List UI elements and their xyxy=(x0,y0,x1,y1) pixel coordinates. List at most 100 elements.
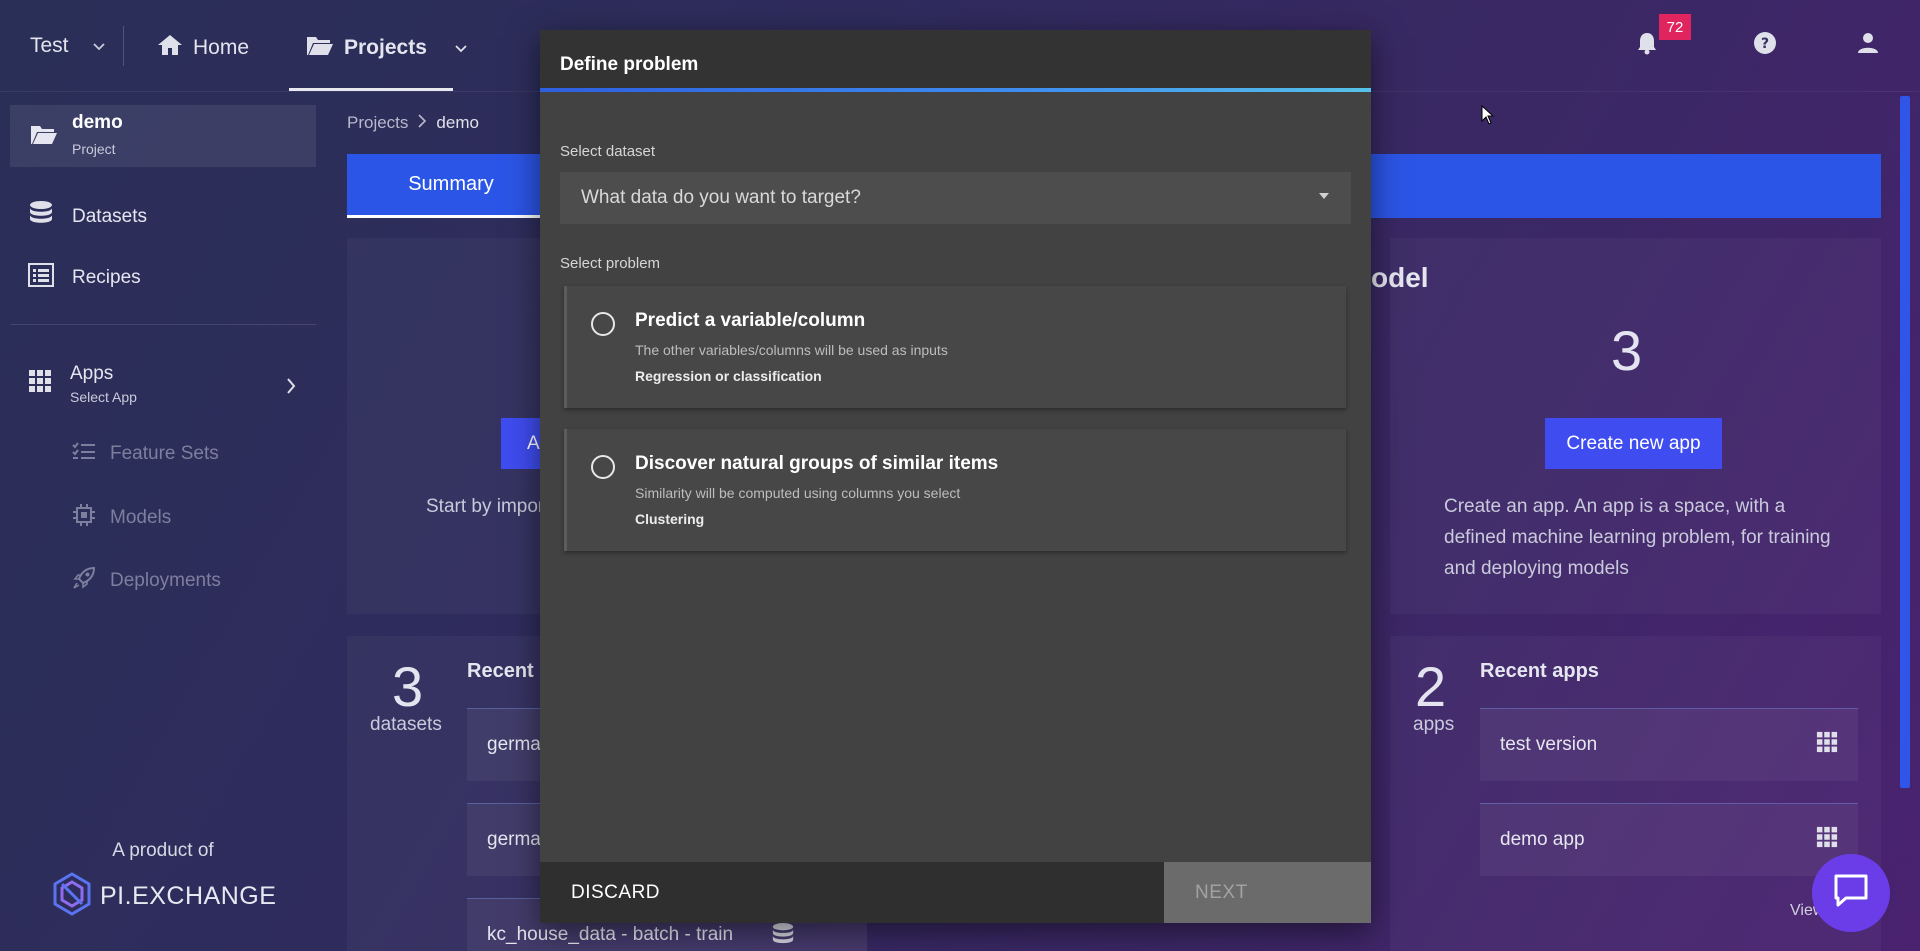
product-of-text: A product of xyxy=(112,840,214,861)
folder-open-icon xyxy=(30,123,58,150)
dialog-footer: DISCARD NEXT xyxy=(540,862,1371,923)
breadcrumb-current: demo xyxy=(436,113,479,132)
dialog-accent-bar xyxy=(540,88,1371,92)
sidebar-divider xyxy=(10,324,316,325)
topbar-divider xyxy=(123,26,124,66)
sidebar-item-label: Models xyxy=(110,507,172,528)
chat-bubble-icon xyxy=(1832,873,1870,914)
sidebar-item-feature-sets: Feature Sets xyxy=(72,441,219,467)
workspace-dropdown[interactable]: Test xyxy=(30,34,105,58)
sidebar-item-datasets[interactable]: Datasets xyxy=(28,200,147,234)
nav-home[interactable]: Home xyxy=(157,34,249,62)
dataset-name: kc_house_data - batch - train xyxy=(487,924,734,945)
create-new-app-button[interactable]: Create new app xyxy=(1545,418,1722,469)
breadcrumb-projects-link[interactable]: Projects xyxy=(347,113,408,133)
next-button[interactable]: NEXT xyxy=(1164,862,1371,923)
sidebar: demo Project Datasets Recipes Apps Selec… xyxy=(0,92,326,951)
chat-support-button[interactable] xyxy=(1812,854,1890,932)
bell-icon xyxy=(1636,31,1658,60)
sidebar-item-apps[interactable]: Apps Select App xyxy=(28,363,137,405)
apps-grid-icon xyxy=(28,369,52,399)
list-icon xyxy=(28,263,54,293)
project-name: demo xyxy=(72,112,123,133)
recent-datasets-title: Recent d xyxy=(467,660,552,682)
sidebar-item-deployments: Deployments xyxy=(72,566,221,596)
dataset-select[interactable]: What data do you want to target? xyxy=(560,172,1351,224)
tab-summary[interactable]: Summary xyxy=(347,154,555,218)
create-app-description: Create an app. An app is a space, with a… xyxy=(1444,496,1831,579)
chip-icon xyxy=(72,503,96,533)
chevron-down-icon[interactable] xyxy=(455,40,467,56)
chevron-down-icon xyxy=(92,38,105,54)
sidebar-item-sublabel: Select App xyxy=(70,389,137,405)
radio-button[interactable] xyxy=(591,312,615,336)
radio-button[interactable] xyxy=(591,455,615,479)
sidebar-item-label: Datasets xyxy=(72,206,147,227)
chevron-right-icon xyxy=(418,113,427,133)
option-subtitle: Similarity will be computed using column… xyxy=(635,485,961,501)
home-icon xyxy=(157,34,183,62)
dataset-select-placeholder: What data do you want to target? xyxy=(581,187,861,208)
select-dataset-label: Select dataset xyxy=(560,143,656,160)
scrollbar[interactable] xyxy=(1900,96,1910,788)
define-problem-dialog: Define problem Select dataset What data … xyxy=(540,30,1371,923)
datasets-unit: datasets xyxy=(370,714,442,735)
sidebar-item-label: Recipes xyxy=(72,267,141,288)
sidebar-item-label: Feature Sets xyxy=(110,443,219,464)
apps-unit: apps xyxy=(1413,714,1455,735)
sidebar-item-label: Apps xyxy=(70,363,114,384)
list-item[interactable]: test version xyxy=(1480,708,1858,781)
folder-open-icon xyxy=(306,34,334,62)
problem-option-predict[interactable]: Predict a variable/column The other vari… xyxy=(564,286,1346,408)
workspace-label: Test xyxy=(30,34,69,57)
discard-button[interactable]: DISCARD xyxy=(540,862,1164,923)
list-item[interactable]: demo app xyxy=(1480,803,1858,876)
dialog-header: Define problem xyxy=(540,30,1371,90)
sidebar-item-label: Deployments xyxy=(110,570,221,591)
piexchange-logo-icon xyxy=(52,872,92,921)
notification-badge: 72 xyxy=(1659,14,1691,40)
nav-home-label: Home xyxy=(193,36,250,59)
dialog-title: Define problem xyxy=(560,54,699,75)
app-name: test version xyxy=(1500,734,1598,755)
svg-text:?: ? xyxy=(1761,36,1769,52)
notifications-button[interactable] xyxy=(1632,30,1662,60)
apps-grid-icon xyxy=(1816,731,1838,759)
help-icon: ? xyxy=(1753,31,1777,60)
app-name: demo app xyxy=(1500,829,1585,850)
checklist-icon xyxy=(72,441,96,467)
model-heading: odel xyxy=(1371,262,1429,293)
project-type: Project xyxy=(72,141,116,157)
apps-grid-icon xyxy=(1816,826,1838,854)
breadcrumb: Projects demo xyxy=(347,113,479,133)
rocket-icon xyxy=(72,566,96,596)
sidebar-item-models: Models xyxy=(72,503,171,533)
sidebar-project[interactable]: demo Project xyxy=(10,105,316,167)
dropdown-arrow-icon xyxy=(1319,193,1329,199)
mouse-cursor-icon xyxy=(1481,104,1495,130)
database-icon xyxy=(28,200,54,234)
problem-option-cluster[interactable]: Discover natural groups of similar items… xyxy=(564,429,1346,551)
nav-projects[interactable]: Projects xyxy=(306,34,467,62)
account-button[interactable] xyxy=(1853,30,1883,60)
option-title: Predict a variable/column xyxy=(635,310,866,331)
dataset-name: germa xyxy=(487,829,541,850)
dataset-name: germa xyxy=(487,734,541,755)
option-tag: Regression or classification xyxy=(635,368,822,384)
option-tag: Clustering xyxy=(635,511,705,527)
option-title: Discover natural groups of similar items xyxy=(635,453,999,474)
brand-logo: PI.EXCHANGE xyxy=(52,872,276,921)
chevron-right-icon[interactable] xyxy=(286,378,296,399)
sidebar-item-recipes[interactable]: Recipes xyxy=(28,263,141,293)
select-problem-label: Select problem xyxy=(560,255,661,272)
datasets-count: 3 xyxy=(392,655,424,718)
option-subtitle: The other variables/columns will be used… xyxy=(635,342,948,358)
recent-apps-count: 2 xyxy=(1415,655,1447,718)
apps-count: 3 xyxy=(1611,319,1643,382)
database-icon xyxy=(771,921,795,951)
recent-apps-title: Recent apps xyxy=(1480,660,1599,682)
logo-text: PI.EXCHANGE xyxy=(100,882,277,910)
help-button[interactable]: ? xyxy=(1750,30,1780,60)
user-icon xyxy=(1857,32,1879,59)
nav-projects-label: Projects xyxy=(344,36,427,59)
